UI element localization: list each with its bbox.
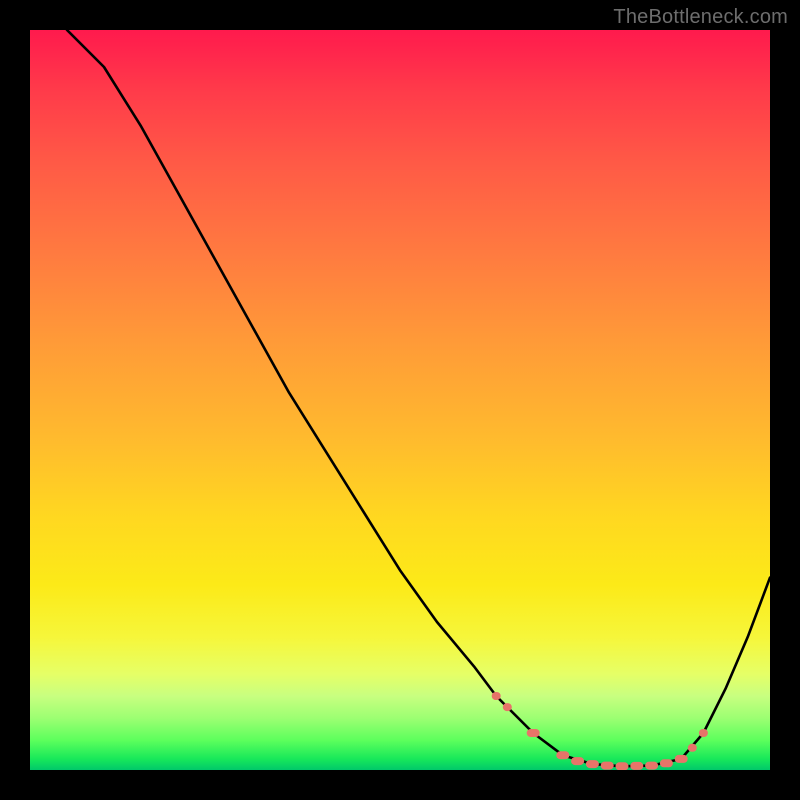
valley-marker — [688, 744, 697, 752]
valley-marker — [645, 762, 658, 770]
valley-marker — [556, 751, 569, 759]
bottleneck-curve — [67, 30, 770, 766]
valley-marker — [630, 762, 643, 770]
valley-marker — [586, 760, 599, 768]
valley-marker — [492, 692, 501, 700]
valley-marker — [601, 762, 614, 770]
valley-marker — [616, 762, 629, 770]
valley-marker — [699, 729, 708, 737]
plot-area — [30, 30, 770, 770]
valley-marker — [675, 755, 688, 763]
chart-frame: TheBottleneck.com — [0, 0, 800, 800]
valley-marker — [571, 757, 584, 765]
curve-layer — [30, 30, 770, 770]
valley-markers — [492, 692, 708, 770]
watermark-label: TheBottleneck.com — [613, 6, 788, 29]
valley-marker — [503, 703, 512, 711]
valley-marker — [527, 729, 540, 737]
valley-marker — [660, 759, 673, 767]
